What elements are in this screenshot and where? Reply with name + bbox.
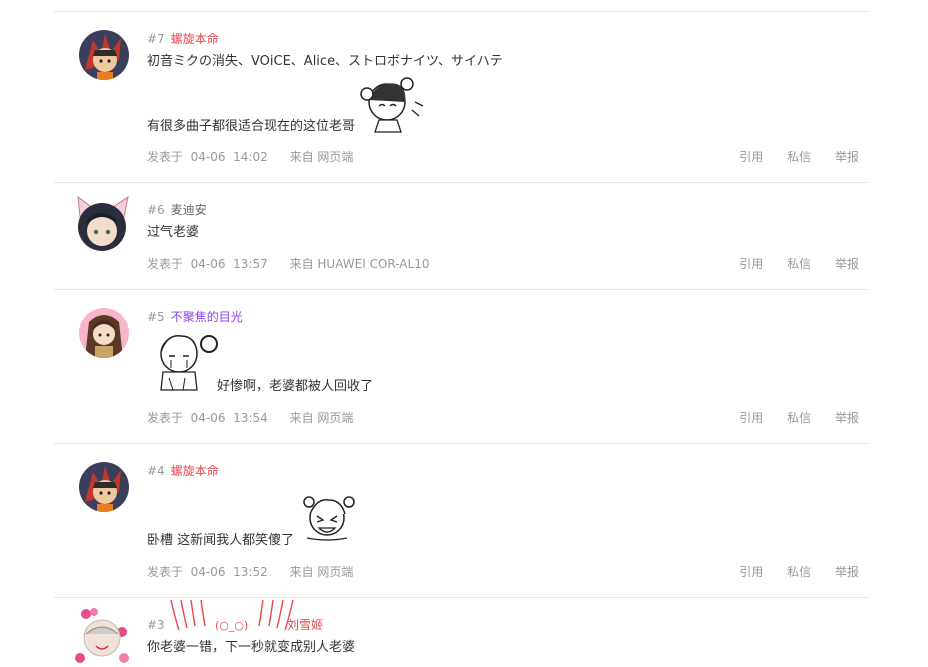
post-date: 04-06: [190, 411, 226, 425]
post-date: 04-06: [190, 150, 226, 164]
comment-text-line-1: 初音ミクの消失、VOiCE、Alice、ストロボナイツ、サイハテ: [147, 54, 503, 69]
floor-number: #7: [147, 32, 165, 46]
quote-button[interactable]: 引用: [739, 411, 763, 425]
cat-ear-girl-avatar-icon: [77, 195, 129, 251]
comment-post-6: #6 麦迪安 过气老婆 发表于 04-06 13:57 来自 HUAWEI COR…: [54, 183, 869, 290]
comment-text-line-1: 过气老婆: [147, 225, 200, 240]
post-date: 04-06: [190, 565, 226, 579]
meta-prefix: 发表于: [147, 150, 184, 164]
avatar[interactable]: [79, 462, 129, 512]
comment-meta: 发表于 04-06 13:52 来自 网页端: [147, 564, 353, 580]
comment-post-7: #7 螺旋本命 初音ミクの消失、VOiCE、Alice、ストロボナイツ、サイハテ …: [54, 12, 869, 183]
post-time: 14:02: [233, 150, 268, 164]
quote-button[interactable]: 引用: [739, 150, 763, 164]
comment-text-line-2: 有很多曲子都很适合现在的这位老哥: [147, 119, 356, 134]
username[interactable]: 刘雪姬: [287, 618, 323, 632]
comment-list: #7 螺旋本命 初音ミクの消失、VOiCE、Alice、ストロボナイツ、サイハテ …: [54, 0, 869, 667]
quote-button[interactable]: 引用: [739, 257, 763, 271]
comment-text-line-1: 你老婆一错，下一秒就变成别人老婆: [147, 640, 356, 655]
post-time: 13:54: [233, 411, 268, 425]
post-source: 来自 网页端: [289, 411, 354, 425]
avatar[interactable]: [74, 195, 130, 251]
message-button[interactable]: 私信: [787, 565, 811, 579]
comment-meta: 发表于 04-06 13:54 来自 网页端: [147, 410, 353, 426]
comment-text-line-1: 好惨啊，老婆都被人回收了: [217, 379, 374, 394]
report-button[interactable]: 举报: [835, 411, 859, 425]
floor-number: #5: [147, 310, 165, 324]
chibi-girl-crying-sticker-icon: [149, 328, 219, 394]
username[interactable]: 不聚焦的目光: [171, 310, 243, 324]
comment-post-4: #4 螺旋本命 卧槽 这新闻我人都笑傻了 发表于 04-06 13:52 来自 …: [54, 444, 869, 598]
report-button[interactable]: 举报: [835, 257, 859, 271]
message-button[interactable]: 私信: [787, 150, 811, 164]
pink-frame-character-avatar-icon: [75, 608, 129, 663]
post-time: 13:52: [233, 565, 268, 579]
post-source: 来自 HUAWEI COR-AL10: [289, 257, 430, 271]
comment-actions: 引用 私信 举报: [719, 256, 859, 272]
comment-header: #5 不聚焦的目光: [147, 309, 243, 325]
quote-button[interactable]: 引用: [739, 565, 763, 579]
comment-actions: 引用 私信 举报: [719, 149, 859, 165]
username[interactable]: 螺旋本命: [171, 464, 219, 478]
comment-header: #4 螺旋本命: [147, 463, 219, 479]
comment-post-5: #5 不聚焦的目光 好惨啊，老婆都被人回收了 发表于 04-06 13:54 来…: [54, 290, 869, 444]
post-date: 04-06: [190, 257, 226, 271]
post-source: 来自 网页端: [289, 150, 354, 164]
username-header: 刘雪姬: [287, 617, 323, 633]
comment-header: #6 麦迪安: [147, 202, 207, 218]
comment-header: #7 螺旋本命: [147, 31, 219, 47]
floor-number: #4: [147, 464, 165, 478]
name-decoration: (○_○): [215, 619, 249, 632]
comment-text-line-1: 卧槽 这新闻我人都笑傻了: [147, 533, 295, 548]
brown-hair-girl-avatar-icon: [79, 308, 129, 358]
chibi-girl-laughing-sticker-icon: [299, 492, 361, 544]
comment-actions: 引用 私信 举报: [719, 564, 859, 580]
meta-prefix: 发表于: [147, 411, 184, 425]
comment-actions: 引用 私信 举报: [719, 410, 859, 426]
floor-number: #3: [147, 618, 165, 632]
message-button[interactable]: 私信: [787, 411, 811, 425]
meta-prefix: 发表于: [147, 257, 184, 271]
red-haired-character-avatar-icon: [79, 462, 129, 512]
report-button[interactable]: 举报: [835, 565, 859, 579]
red-haired-character-avatar-icon: [79, 30, 129, 80]
message-button[interactable]: 私信: [787, 257, 811, 271]
report-button[interactable]: 举报: [835, 150, 859, 164]
avatar[interactable]: [79, 308, 129, 358]
username[interactable]: 麦迪安: [171, 203, 207, 217]
chibi-girl-sticker-icon: [357, 72, 427, 134]
meta-prefix: 发表于: [147, 565, 184, 579]
avatar[interactable]: [79, 30, 129, 80]
avatar[interactable]: [72, 604, 132, 666]
comment-meta: 发表于 04-06 14:02 来自 网页端: [147, 149, 353, 165]
post-time: 13:57: [233, 257, 268, 271]
username[interactable]: 螺旋本命: [171, 32, 219, 46]
comment-meta: 发表于 04-06 13:57 来自 HUAWEI COR-AL10: [147, 256, 429, 272]
comment-post-3: #3 (○_○) 刘雪姬 你老婆一错，下一秒就变成别人老婆: [54, 598, 869, 667]
post-source: 来自 网页端: [289, 565, 354, 579]
floor-number: #6: [147, 203, 165, 217]
